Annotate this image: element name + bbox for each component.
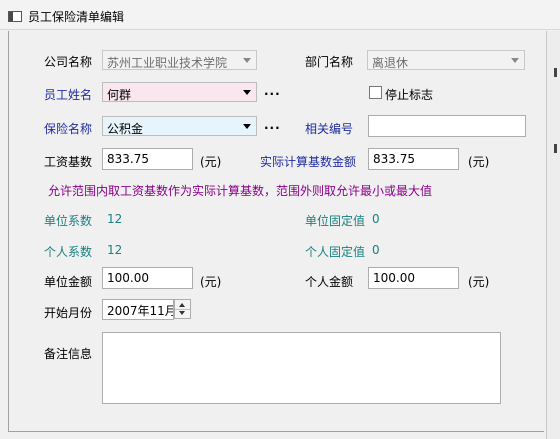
range-hint-text: 允许范围内取工资基数作为实际计算基数，范围外则取允许最小或最大值 [48, 184, 433, 198]
unit-coef-label: 单位系数 [44, 214, 93, 228]
department-select[interactable]: 离退休 [367, 50, 525, 70]
salary-base-label: 工资基数 [44, 155, 93, 169]
insurance-select[interactable]: 公积金 [102, 116, 257, 136]
unit-coef-value: 12 [107, 212, 123, 226]
frame-marker [554, 68, 557, 77]
title-bar: 员工保险清单编辑 [0, 0, 560, 30]
spin-down-icon [179, 311, 185, 315]
personal-amount-label: 个人金额 [305, 275, 354, 289]
unit-amount-input[interactable]: 100.00 [102, 267, 193, 289]
personal-amount-unit: (元) [468, 275, 490, 289]
insurance-browse-button[interactable]: ... [264, 118, 281, 132]
salary-base-unit: (元) [200, 155, 222, 169]
chevron-down-icon [243, 124, 251, 129]
personal-fixed-value: 0 [372, 243, 380, 257]
personal-amount-value: 100.00 [373, 271, 415, 285]
company-value: 苏州工业职业技术学院 [107, 56, 228, 70]
salary-base-value: 833.75 [107, 152, 149, 166]
window-title: 员工保险清单编辑 [28, 10, 125, 24]
employee-value: 何群 [107, 88, 132, 102]
actual-base-unit: (元) [468, 155, 490, 169]
spin-up-icon [179, 303, 185, 307]
personal-fixed-label: 个人固定值 [305, 245, 366, 259]
employee-select[interactable]: 何群 [102, 82, 257, 102]
start-month-value: 2007年11月 [107, 304, 174, 318]
insurance-value: 公积金 [107, 122, 144, 136]
actual-base-input[interactable]: 833.75 [368, 148, 459, 170]
department-value: 离退休 [372, 56, 409, 70]
frame-marker [554, 144, 557, 153]
remarks-textarea[interactable] [102, 332, 501, 404]
stop-flag-label: 停止标志 [385, 88, 434, 102]
chevron-down-icon [243, 90, 251, 95]
actual-base-value: 833.75 [373, 152, 415, 166]
window-icon [8, 11, 22, 22]
personal-amount-input[interactable]: 100.00 [368, 267, 459, 289]
unit-amount-unit: (元) [200, 275, 222, 289]
company-select[interactable]: 苏州工业职业技术学院 [102, 50, 257, 70]
company-label: 公司名称 [44, 55, 93, 69]
related-no-label: 相关编号 [305, 122, 354, 136]
department-label: 部门名称 [305, 55, 354, 69]
unit-fixed-value: 0 [372, 212, 380, 226]
start-month-label: 开始月份 [44, 306, 93, 320]
spinner-divider [175, 309, 190, 310]
insurance-label: 保险名称 [44, 122, 93, 136]
chevron-down-icon [511, 58, 519, 63]
salary-base-input[interactable]: 833.75 [102, 148, 193, 170]
actual-base-label: 实际计算基数金额 [260, 155, 357, 169]
unit-fixed-label: 单位固定值 [305, 214, 366, 228]
personal-coef-label: 个人系数 [44, 245, 93, 259]
right-frame [546, 31, 560, 439]
employee-browse-button[interactable]: ... [264, 84, 281, 98]
remarks-label: 备注信息 [44, 347, 93, 361]
start-month-input[interactable]: 2007年11月 [102, 299, 174, 320]
start-month-spinner[interactable] [174, 299, 191, 319]
chevron-down-icon [243, 58, 251, 63]
stop-flag-checkbox[interactable] [369, 86, 382, 99]
personal-coef-value: 12 [107, 243, 123, 257]
employee-label: 员工姓名 [44, 88, 93, 102]
related-no-input[interactable] [368, 115, 526, 137]
unit-amount-value: 100.00 [107, 271, 149, 285]
unit-amount-label: 单位金额 [44, 275, 93, 289]
